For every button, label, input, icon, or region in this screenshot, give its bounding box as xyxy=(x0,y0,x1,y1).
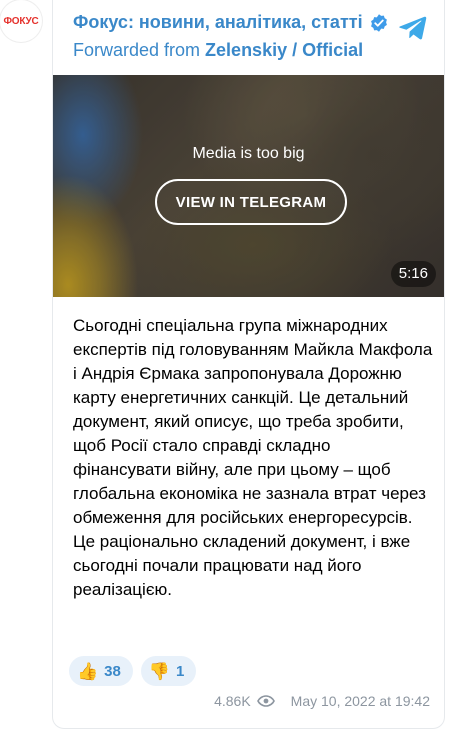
verified-icon xyxy=(370,13,387,32)
message-paragraph: Сьогодні спеціальна група міжнародних ек… xyxy=(73,316,433,527)
message-card: Фокус: новини, аналітика, статті Forward… xyxy=(52,0,445,729)
message-header: Фокус: новини, аналітика, статті Forward… xyxy=(53,0,444,70)
message-footer: 4.86K May 10, 2022 at 19:42 xyxy=(214,693,430,709)
telegram-icon[interactable] xyxy=(398,12,428,42)
video-duration-badge: 5:16 xyxy=(390,261,436,287)
reactions-bar: 👍 38 👎 1 xyxy=(69,656,197,686)
view-in-telegram-button[interactable]: VIEW IN TELEGRAM xyxy=(155,179,347,225)
reaction-thumbs-up[interactable]: 👍 38 xyxy=(69,656,133,686)
thumbs-up-icon: 👍 xyxy=(77,661,99,681)
video-preview[interactable]: Media is too big VIEW IN TELEGRAM 5:16 xyxy=(53,75,444,297)
message-date[interactable]: May 10, 2022 at 19:42 xyxy=(291,693,430,709)
message-paragraph: Це раціонально складений документ, і вже… xyxy=(73,532,411,599)
forwarded-source-link[interactable]: Zelenskiy / Official xyxy=(205,40,363,60)
channel-title[interactable]: Фокус: новини, аналітика, статті xyxy=(73,12,363,33)
eye-icon xyxy=(256,695,275,707)
view-count: 4.86K xyxy=(214,693,251,709)
reaction-count: 38 xyxy=(104,662,121,680)
reaction-count: 1 xyxy=(176,662,185,680)
avatar-logo-text: ФОКУС xyxy=(3,15,39,27)
avatar[interactable]: ФОКУС xyxy=(0,0,42,42)
title-row: Фокус: новини, аналітика, статті xyxy=(73,12,389,33)
reaction-thumbs-down[interactable]: 👎 1 xyxy=(140,656,197,686)
media-too-big-notice: Media is too big xyxy=(192,145,305,162)
forwarded-from: Forwarded from Zelenskiy / Official xyxy=(73,40,363,61)
message-text: Сьогодні спеціальна група міжнародних ек… xyxy=(73,314,433,602)
forwarded-prefix: Forwarded from xyxy=(73,40,206,60)
thumbs-down-icon: 👎 xyxy=(148,661,171,681)
